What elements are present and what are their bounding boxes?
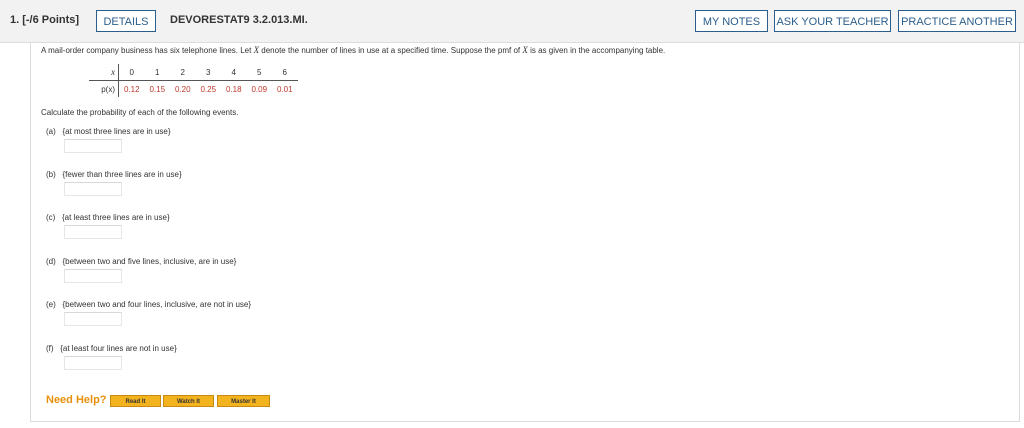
part-a: (a) {at most three lines are in use}	[46, 127, 171, 136]
question-number: 1. [-/6 Points]	[10, 14, 80, 26]
part-f: (f) {at least four lines are not in use}	[46, 344, 177, 353]
need-help-label: Need Help?	[46, 394, 107, 406]
question-body: A mail-order company business has six te…	[30, 42, 1020, 422]
details-button[interactable]: DETAILS	[96, 10, 156, 32]
answer-input-a[interactable]	[64, 139, 122, 153]
p-header: p(x)	[89, 80, 119, 97]
part-e: (e) {between two and four lines, inclusi…	[46, 300, 252, 309]
question-intro: A mail-order company business has six te…	[41, 45, 665, 55]
part-d: (d) {between two and five lines, inclusi…	[46, 257, 237, 266]
my-notes-button[interactable]: MY NOTES	[695, 10, 768, 32]
p-value: 0.15	[149, 84, 166, 94]
p-value: 0.01	[276, 84, 293, 94]
x-value: 0	[118, 64, 145, 81]
answer-input-c[interactable]	[64, 225, 122, 239]
intro-text-2: denote the number of lines in use at a s…	[259, 46, 523, 55]
p-value: 0.18	[225, 84, 242, 94]
answer-input-b[interactable]	[64, 182, 122, 196]
x-header: x	[89, 64, 119, 81]
calculate-prompt: Calculate the probability of each of the…	[41, 108, 239, 117]
answer-input-e[interactable]	[64, 312, 122, 326]
part-c: (c) {at least three lines are in use}	[46, 213, 170, 222]
part-b: (b) {fewer than three lines are in use}	[46, 170, 182, 179]
ask-teacher-button[interactable]: ASK YOUR TEACHER	[774, 10, 891, 32]
practice-another-button[interactable]: PRACTICE ANOTHER	[898, 10, 1016, 32]
x-value: 5	[246, 64, 272, 81]
watch-it-button[interactable]: Watch It	[163, 395, 214, 407]
p-value: 0.12	[123, 84, 140, 94]
answer-input-d[interactable]	[64, 269, 122, 283]
x-value: 4	[221, 64, 247, 81]
question-source: DEVORESTAT9 3.2.013.MI.	[170, 14, 308, 26]
intro-text-3: is as given in the accompanying table.	[527, 46, 666, 55]
x-value: 3	[195, 64, 221, 81]
question-header: 1. [-/6 Points] DETAILS DEVORESTAT9 3.2.…	[0, 0, 1024, 43]
answer-input-f[interactable]	[64, 356, 122, 370]
p-value: 0.25	[200, 84, 217, 94]
read-it-button[interactable]: Read It	[110, 395, 161, 407]
p-value: 0.09	[251, 84, 268, 94]
p-value: 0.20	[174, 84, 191, 94]
pmf-table: x 0 1 2 3 4 5 6 p(x) 0.12 0.15 0.20 0.25…	[89, 64, 298, 97]
x-value: 1	[144, 64, 170, 81]
intro-text-1: A mail-order company business has six te…	[41, 46, 254, 55]
x-value: 2	[170, 64, 196, 81]
master-it-button[interactable]: Master It	[217, 395, 270, 407]
x-value: 6	[272, 64, 298, 81]
